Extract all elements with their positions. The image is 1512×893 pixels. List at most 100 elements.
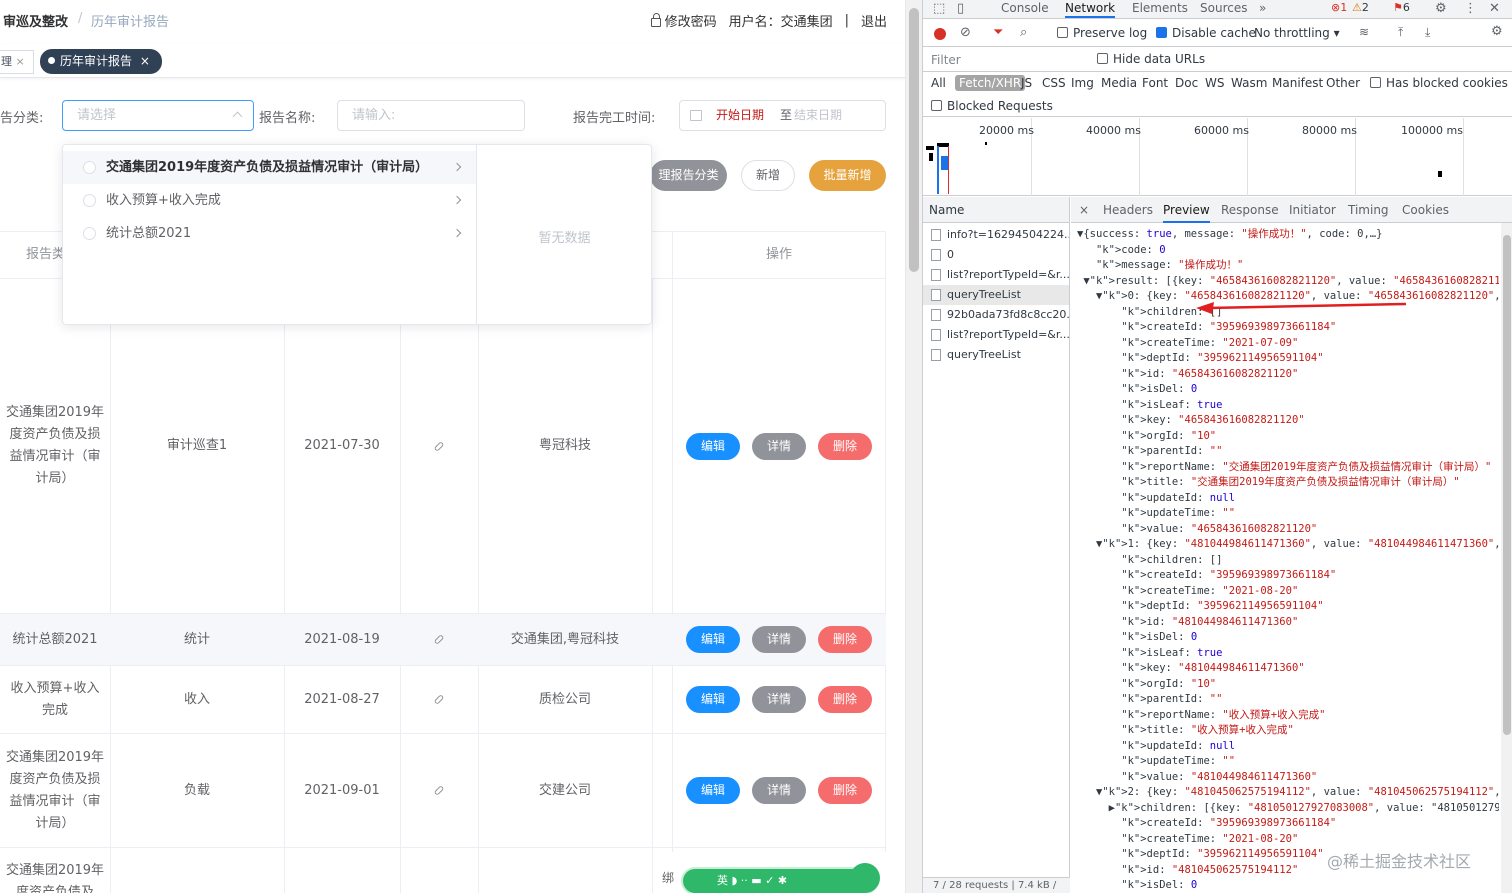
radio-icon[interactable] [83, 194, 96, 207]
import-icon[interactable]: ⤒ [1398, 25, 1403, 40]
cell-attachment[interactable] [400, 666, 478, 733]
network-overview-timeline[interactable]: 20000 ms 40000 ms 60000 ms 80000 ms 1000… [923, 118, 1512, 196]
checkbox-icon[interactable] [931, 100, 942, 111]
link-icon[interactable] [433, 694, 445, 705]
tab-preview[interactable]: Preview [1163, 203, 1210, 223]
name-column-header[interactable]: Name [923, 197, 1069, 223]
type-other[interactable]: Other [1326, 76, 1360, 90]
request-row[interactable]: list?reportTypeId=&r... [923, 325, 1069, 345]
tab-timing[interactable]: Timing [1348, 203, 1389, 217]
type-js[interactable]: JS [1021, 76, 1032, 90]
start-date-input[interactable]: 开始日期 [716, 101, 764, 130]
tag-active[interactable]: 历年审计报告 × [40, 49, 162, 74]
checkbox-icon[interactable] [1097, 53, 1108, 64]
end-date-input[interactable]: 结束日期 [794, 101, 842, 130]
disable-cache-checkbox[interactable]: Disable cache [1156, 26, 1256, 40]
tab-elements[interactable]: Elements [1132, 1, 1188, 15]
tab-cookies[interactable]: Cookies [1402, 203, 1449, 217]
request-row[interactable]: 0 [923, 245, 1069, 265]
delete-button[interactable]: 删除 [818, 432, 872, 460]
scrollbar-thumb[interactable] [909, 8, 919, 272]
breadcrumb-root[interactable]: 审巡及整改 [3, 11, 68, 30]
close-icon[interactable]: ✕ [1489, 1, 1500, 16]
type-ws[interactable]: WS [1205, 76, 1224, 90]
cell-attachment[interactable] [400, 279, 478, 613]
type-doc[interactable]: Doc [1175, 76, 1198, 90]
tab-headers[interactable]: Headers [1103, 203, 1153, 217]
detail-button[interactable]: 详情 [752, 777, 806, 804]
type-css[interactable]: CSS [1042, 76, 1066, 90]
add-button[interactable]: 新增 [741, 160, 795, 191]
tab-console[interactable]: Console [1001, 1, 1049, 15]
checkbox-icon[interactable] [1370, 77, 1381, 88]
link-icon[interactable] [433, 440, 445, 452]
tag-close-icon[interactable]: × [140, 54, 150, 68]
tag-close-icon[interactable]: × [16, 55, 25, 68]
network-conditions-icon[interactable]: ≋ [1359, 25, 1369, 39]
checkbox-checked-icon[interactable] [1156, 27, 1167, 38]
tab-sources[interactable]: Sources [1200, 1, 1247, 15]
category-select[interactable]: 请选择 [62, 100, 254, 131]
hide-data-urls-checkbox[interactable]: Hide data URLs [1097, 52, 1205, 66]
type-manifest[interactable]: Manifest [1272, 76, 1323, 90]
export-icon[interactable]: ⤓ [1425, 25, 1430, 40]
edit-button[interactable]: 编辑 [686, 686, 740, 713]
gear-icon[interactable]: ⚙ [1435, 1, 1447, 16]
radio-icon[interactable] [83, 227, 96, 240]
detail-button[interactable]: 详情 [752, 626, 806, 653]
close-detail-icon[interactable]: × [1079, 203, 1089, 217]
request-row[interactable]: 92b0ada73fd8c8cc20... [923, 305, 1069, 325]
checkbox-icon[interactable] [1057, 27, 1068, 38]
device-toolbar-icon[interactable]: ▯ [957, 1, 964, 16]
scrollbar-thumb[interactable] [1503, 235, 1511, 735]
more-tabs-icon[interactable]: » [1259, 1, 1266, 15]
record-icon[interactable] [934, 28, 946, 40]
has-blocked-cookies-checkbox[interactable]: Has blocked cookies [1370, 76, 1508, 90]
type-font[interactable]: Font [1142, 76, 1168, 90]
tab-network[interactable]: Network [1065, 1, 1116, 18]
cell-attachment[interactable] [400, 614, 478, 665]
preview-scrollbar[interactable] [1501, 223, 1512, 893]
report-name-input[interactable]: 请输入: [337, 100, 525, 131]
edit-button[interactable]: 编辑 [686, 777, 740, 804]
search-icon[interactable]: ⌕ [1020, 25, 1027, 40]
filter-input[interactable]: Filter [931, 53, 961, 67]
batch-add-button[interactable]: 批量新增 [809, 160, 886, 191]
issues-count-badge[interactable]: ⚑6 [1393, 1, 1410, 14]
type-img[interactable]: Img [1071, 76, 1094, 90]
radio-icon[interactable] [83, 161, 96, 174]
throttling-select[interactable]: No throttling ▾ [1254, 26, 1340, 40]
ime-clover-icon[interactable] [850, 863, 880, 893]
request-row[interactable]: info?t=16294504224... [923, 225, 1069, 245]
filter-icon[interactable]: ⏷ [993, 25, 1003, 40]
page-scrollbar[interactable] [905, 0, 922, 893]
inspect-icon[interactable]: ⬚ [933, 1, 945, 16]
tab-response[interactable]: Response [1221, 203, 1279, 217]
cascader-option[interactable]: 交通集团2019年度资产负债及损益情况审计（审计局） [63, 151, 476, 184]
cell-attachment[interactable] [400, 734, 478, 847]
link-icon[interactable] [433, 634, 445, 645]
link-icon[interactable] [433, 785, 445, 796]
type-all[interactable]: All [931, 76, 946, 90]
ime-toolbar[interactable]: 英 ◗ ·· ▬ ✓ ✱ [683, 863, 880, 893]
type-wasm[interactable]: Wasm [1231, 76, 1267, 90]
network-settings-icon[interactable]: ⚙ [1491, 24, 1503, 39]
manage-category-button[interactable]: 理报告分类 [650, 160, 727, 191]
cascader-option[interactable]: 收入预算+收入完成 [63, 184, 476, 217]
kebab-menu-icon[interactable]: ⋮ [1464, 1, 1477, 16]
request-row[interactable]: queryTreeList [923, 345, 1069, 365]
type-fetch-xhr[interactable]: Fetch/XHR [955, 75, 1026, 91]
json-preview-tree[interactable]: ▼{success: true, message: "操作成功！", code:… [1077, 227, 1499, 893]
change-password-link[interactable]: 修改密码 [650, 11, 717, 30]
date-range-picker[interactable]: 开始日期 至 结束日期 [679, 100, 886, 131]
request-row-selected[interactable]: queryTreeList [923, 285, 1069, 305]
detail-button[interactable]: 详情 [752, 686, 806, 713]
detail-button[interactable]: 详情 [752, 432, 806, 460]
edit-button[interactable]: 编辑 [686, 626, 740, 653]
tab-initiator[interactable]: Initiator [1289, 203, 1336, 217]
preserve-log-checkbox[interactable]: Preserve log [1057, 26, 1147, 40]
logout-link[interactable]: 退出 [861, 11, 887, 30]
blocked-requests-checkbox[interactable]: Blocked Requests [931, 99, 1053, 113]
delete-button[interactable]: 删除 [818, 777, 872, 804]
error-count-badge[interactable]: ⊗1 [1331, 1, 1347, 14]
